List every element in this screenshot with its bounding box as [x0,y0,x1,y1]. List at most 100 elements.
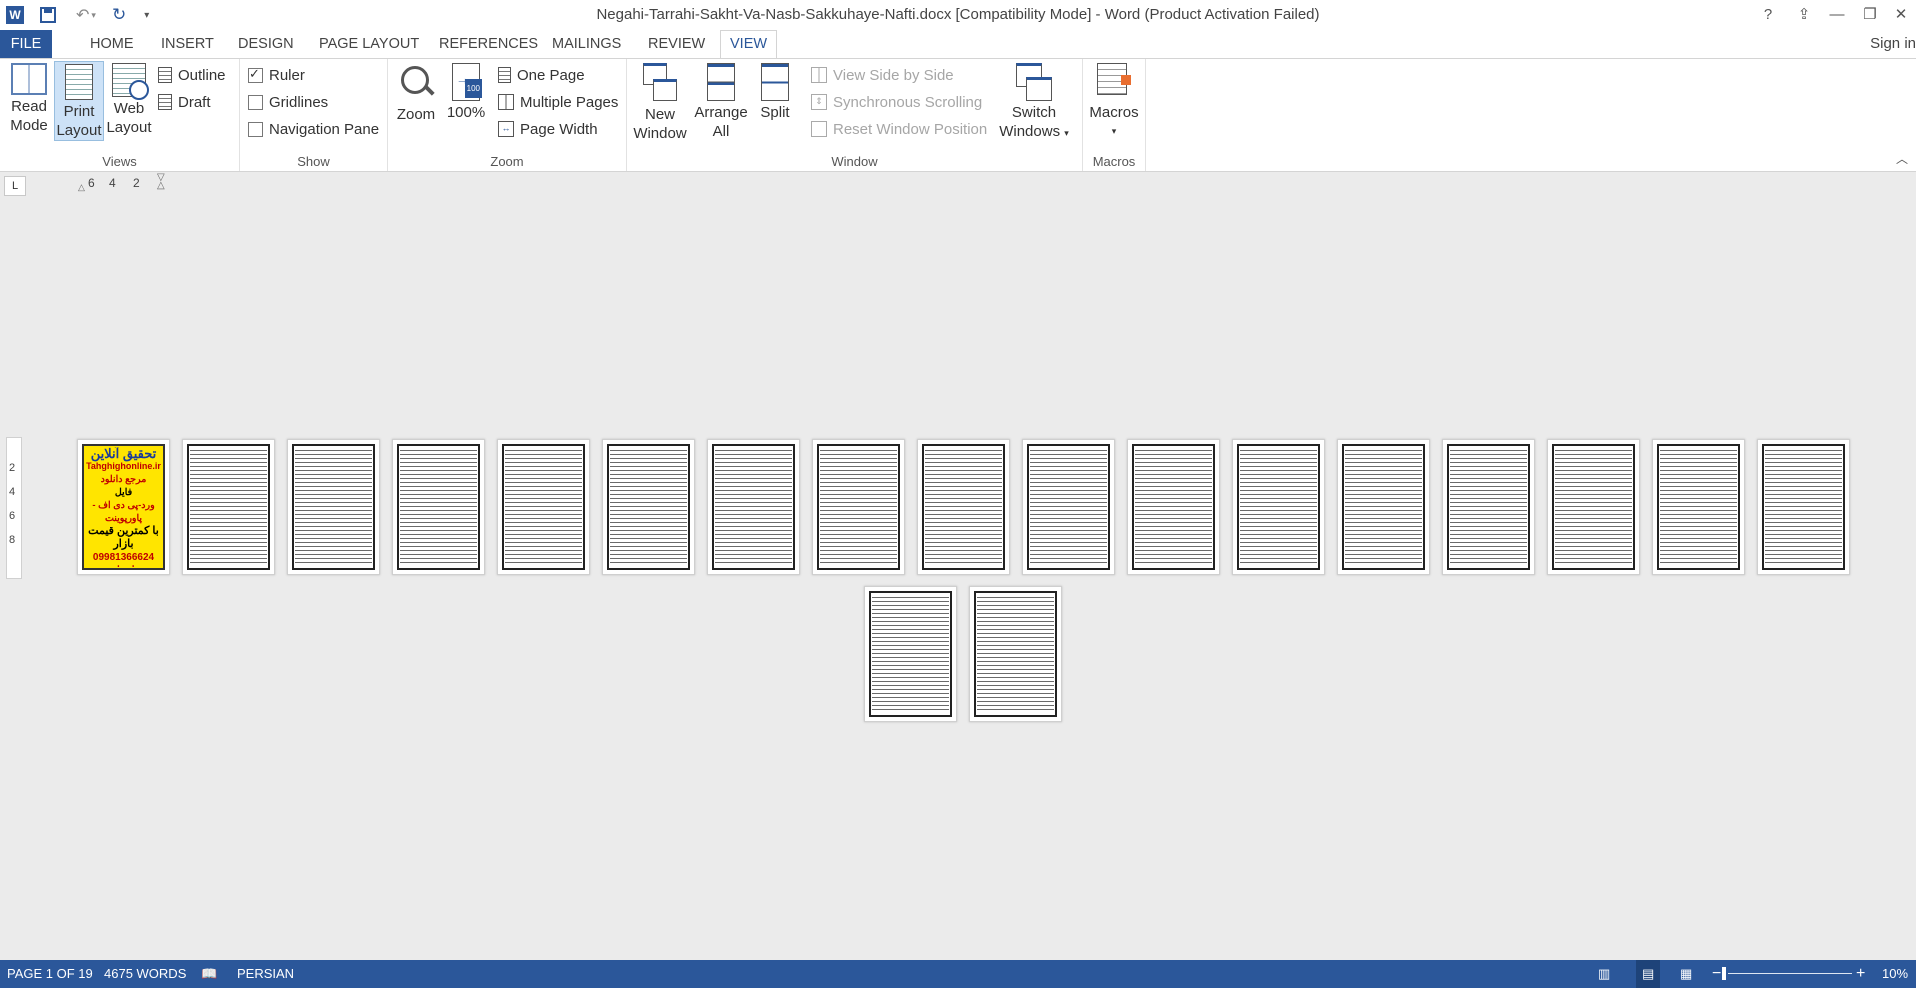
web-layout-view-icon[interactable]: ▦ [1680,960,1692,988]
page-count-status[interactable]: PAGE 1 OF 19 [7,960,93,988]
minimize-button[interactable]: — [1822,4,1852,26]
switch-windows-icon [1016,63,1052,101]
page-thumbnail[interactable] [1022,439,1115,575]
page-thumbnail[interactable] [1232,439,1325,575]
page-thumbnail[interactable] [1442,439,1535,575]
window-group: New Window Arrange All Split View Side b… [627,59,1083,171]
page-thumbnail[interactable] [1337,439,1430,575]
outline-button[interactable]: Outline [158,63,226,87]
tab-selector[interactable]: L [4,176,26,196]
gridlines-label: Gridlines [269,93,329,111]
zoom-100-icon: 100 ➝ [452,63,482,101]
tab-design[interactable]: DESIGN [229,30,303,58]
draft-button[interactable]: Draft [158,90,211,114]
split-button[interactable]: Split [753,63,797,122]
views-group-label: Views [102,154,137,169]
one-page-label: One Page [517,66,585,84]
indent-marker-icon[interactable]: △ [78,182,85,193]
page-thumbnail[interactable] [969,586,1062,722]
gridlines-checkbox[interactable]: Gridlines [248,90,328,114]
language-status[interactable]: PERSIAN [237,960,294,988]
arrange-all-button[interactable]: Arrange All [693,63,749,141]
tab-references[interactable]: REFERENCES [430,30,547,58]
switch-windows-button[interactable]: Switch Windows ▾ [997,63,1071,143]
view-side-by-side-button[interactable]: View Side by Side [811,63,954,87]
page-thumbnail[interactable] [812,439,905,575]
macros-button[interactable]: Macros ▾ [1089,63,1139,141]
gridlines-check-icon [248,94,263,110]
page-thumbnail-cover[interactable]: تحقیق آنلاین Tahghighonline.ir مرجع دانل… [77,439,170,575]
page-text-lines [977,594,1054,712]
zoom-in-button[interactable]: + [1856,960,1865,988]
page-thumbnail[interactable] [287,439,380,575]
magnifier-icon [398,63,435,103]
page-thumbnail[interactable] [182,439,275,575]
tab-page-layout[interactable]: PAGE LAYOUT [310,30,428,58]
collapse-ribbon-icon[interactable]: ︿ [1896,150,1908,167]
synchronous-scrolling-label: Synchronous Scrolling [833,93,983,111]
synchronous-scrolling-button[interactable]: ⇕ Synchronous Scrolling [811,90,982,114]
page-text-lines [1660,447,1737,565]
sign-in-link[interactable]: Sign in [1870,30,1916,58]
tab-file[interactable]: FILE [0,30,52,58]
ruler-number: 4 [109,176,116,190]
ruler-checkbox[interactable]: Ruler [248,63,305,87]
page-thumbnail[interactable] [1757,439,1850,575]
zoom-slider[interactable] [1728,973,1852,974]
new-window-icon [643,63,677,103]
zoom-slider-thumb[interactable] [1722,967,1726,980]
page-thumbnail[interactable] [707,439,800,575]
zoom-level[interactable]: 10% [1882,960,1908,988]
page-text-lines [400,447,477,565]
vertical-ruler[interactable]: 2 4 6 8 [6,437,22,579]
page-thumbnail[interactable] [497,439,590,575]
new-window-button[interactable]: New Window [630,63,690,143]
help-button[interactable]: ? [1753,4,1783,26]
restore-button[interactable]: ❐ [1855,4,1885,26]
read-mode-view-icon[interactable]: ▥ [1598,960,1610,988]
right-indent-marker-icon[interactable]: ▽ △ [157,173,165,191]
tab-insert[interactable]: INSERT [152,30,223,58]
web-layout-label-1: Web [113,100,145,117]
web-layout-button[interactable]: Web Layout [104,63,154,137]
page-thumbnail[interactable] [917,439,1010,575]
print-layout-button[interactable]: Print Layout [54,61,104,141]
page-text-lines [1030,447,1107,565]
zoom-button[interactable]: Zoom [394,63,438,124]
zoom-out-button[interactable]: − [1712,960,1721,988]
page-thumbnail[interactable] [1127,439,1220,575]
page-text-lines [190,447,267,565]
page-text-lines [715,447,792,565]
tab-home[interactable]: HOME [81,30,143,58]
tab-review[interactable]: REVIEW [639,30,714,58]
page-thumbnail[interactable] [1547,439,1640,575]
page-text-lines [1765,447,1842,565]
zoom-100-button[interactable]: 100 ➝ 100% [446,63,486,122]
ruler-number: 4 [9,486,16,498]
close-button[interactable]: ✕ [1886,4,1916,26]
word-count-status[interactable]: 4675 WORDS [104,960,186,988]
web-layout-icon [112,63,149,100]
page-thumbnail[interactable] [392,439,485,575]
page-thumbnail[interactable] [864,586,957,722]
page-thumbnail[interactable] [602,439,695,575]
one-page-icon [498,67,511,83]
multiple-pages-button[interactable]: Multiple Pages [498,90,618,114]
cover-line: Tahghighonline.ir [86,461,161,471]
tab-mailings[interactable]: MAILINGS [543,30,630,58]
read-mode-button[interactable]: Read Mode [6,63,52,135]
navigation-pane-check-icon [248,121,263,137]
tab-view[interactable]: VIEW [720,30,778,59]
page-thumbnail[interactable] [1652,439,1745,575]
proofing-icon[interactable]: 📖 [201,960,217,988]
ribbon-display-options-button[interactable]: ⇪ [1789,4,1819,26]
reset-window-position-button[interactable]: Reset Window Position [811,117,987,141]
print-layout-view-icon[interactable]: ▤ [1636,960,1661,988]
views-group: Read Mode Print Layout Web Layout Outlin… [0,59,240,171]
one-page-button[interactable]: One Page [498,63,585,87]
navigation-pane-checkbox[interactable]: Navigation Pane [248,117,379,141]
page-width-button[interactable]: ↔ Page Width [498,117,598,141]
web-layout-label-2: Layout [106,119,152,136]
page-text-lines [1240,447,1317,565]
ruler-check-icon [248,66,263,83]
